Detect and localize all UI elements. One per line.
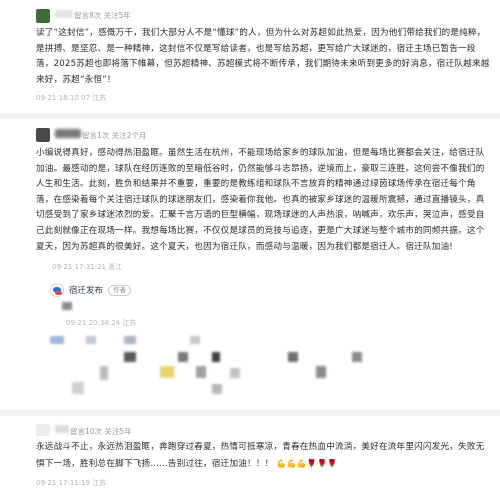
emoji-sequence: 💪💪💪🌹🌹🌹 (276, 458, 338, 468)
comment-meta: 留言8次 关注5年 (74, 11, 131, 20)
comment-text: 小编说得真好，感动得热泪盈眶。虽然生活在杭州，不能现场给家乡的球队加油，但是每场… (36, 148, 485, 252)
avatar (36, 424, 50, 436)
reply-timestamp: 09-21 20:34:24 江苏 (66, 319, 137, 327)
comment-timestamp: 09-21 17:11:19 江苏 (36, 479, 107, 487)
divider (0, 410, 500, 416)
author-reply: 宿迁发布 作者 (50, 283, 132, 297)
comment-text: 读了“这封信”，感慨万千，我们大部分人不是“懂球”的人，但为什么对苏超如此热爱，… (36, 28, 490, 85)
divider (0, 113, 500, 119)
comment-meta: 留言1次 关注2个月 (82, 131, 147, 140)
username-blurred (55, 10, 73, 18)
publisher-logo-icon (50, 283, 64, 297)
comment-text: 永远战斗不止，永远热泪盈眶，奔跑穿过春夏，热情可抵寒凉，青春在热血中流淌，美好在… (36, 440, 491, 472)
username-blurred (55, 129, 81, 138)
comment-meta: 留言10次 关注5年 (70, 427, 132, 436)
avatar (36, 128, 50, 142)
reply-author-name[interactable]: 宿迁发布 (69, 284, 103, 296)
reply-content-blurred (62, 302, 72, 310)
username-blurred (55, 425, 69, 433)
avatar (36, 9, 50, 23)
comment-timestamp: 09-21 17:31:21 浙江 (52, 263, 123, 271)
comment-timestamp: 09-21 18:10:07 江苏 (36, 94, 107, 102)
author-badge: 作者 (108, 284, 132, 296)
comment-text-content: 永远战斗不止，永远热泪盈眶，奔跑穿过春夏，热情可抵寒凉，青春在热血中流淌，美好在… (36, 442, 485, 469)
